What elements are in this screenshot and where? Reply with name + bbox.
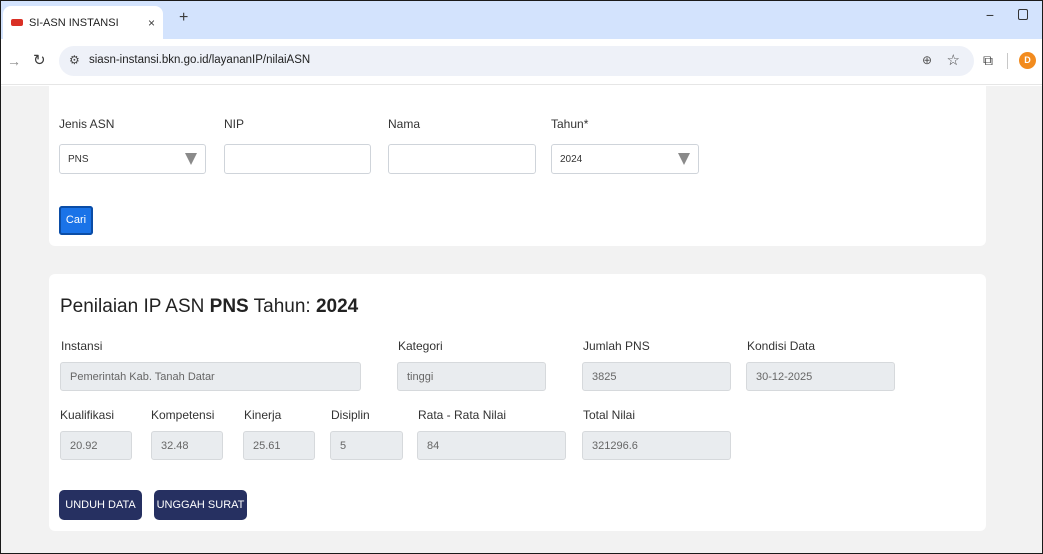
kategori-value: tinggi [407, 371, 434, 383]
kondisi-data-field: 30-12-2025 [746, 362, 895, 391]
kategori-label: Kategori [398, 339, 443, 353]
nip-input[interactable] [224, 144, 371, 174]
toolbar-divider [1007, 53, 1008, 69]
browser-window: SI-ASN INSTANSI × + − → ↻ ⚙ siasn-instan… [0, 0, 1043, 554]
heading-jenis: PNS [209, 296, 249, 317]
dropdown-arrow-icon [678, 153, 690, 165]
unggah-surat-button[interactable]: UNGGAH SURAT [154, 490, 247, 520]
tab-close-icon[interactable]: × [148, 16, 155, 30]
total-nilai-label: Total Nilai [583, 408, 636, 422]
site-info-icon[interactable]: ⚙ [69, 53, 80, 67]
rata-rata-field: 84 [417, 431, 566, 460]
jumlah-pns-value: 3825 [592, 371, 617, 383]
kondisi-data-label: Kondisi Data [747, 339, 816, 353]
heading-prefix: Penilaian IP ASN [60, 296, 210, 317]
kompetensi-value: 32.48 [161, 440, 189, 452]
heading-year: 2024 [315, 296, 359, 317]
nama-input[interactable] [388, 144, 536, 174]
kualifikasi-value: 20.92 [70, 440, 98, 452]
disiplin-field: 5 [330, 431, 403, 460]
reload-icon[interactable]: ↻ [33, 51, 46, 69]
address-bar[interactable]: ⚙ siasn-instansi.bkn.go.id/layananIP/nil… [59, 46, 974, 76]
kondisi-data-value: 30-12-2025 [756, 371, 813, 383]
kinerja-value: 25.61 [253, 440, 281, 452]
restore-icon[interactable] [1018, 9, 1028, 20]
jenis-asn-value: PNS [68, 154, 89, 165]
tahun-select[interactable]: 2024 [551, 144, 699, 174]
nip-label: NIP [224, 117, 245, 131]
kompetensi-label: Kompetensi [151, 408, 215, 422]
rata-rata-value: 84 [427, 440, 440, 452]
instansi-label: Instansi [61, 339, 103, 353]
jenis-asn-select[interactable]: PNS [59, 144, 206, 174]
favicon-icon [11, 19, 23, 26]
new-tab-button[interactable]: + [179, 9, 188, 27]
zoom-icon[interactable]: ⊕ [922, 53, 932, 67]
tab-si-asn[interactable]: SI-ASN INSTANSI × [3, 6, 163, 39]
instansi-field: Pemerintah Kab. Tanah Datar [60, 362, 361, 391]
kualifikasi-field: 20.92 [60, 431, 132, 460]
total-nilai-field: 321296.6 [582, 431, 731, 460]
minimize-icon[interactable]: − [986, 7, 994, 23]
tab-strip: SI-ASN INSTANSI × + − [1, 1, 1042, 39]
tab-title: SI-ASN INSTANSI [29, 16, 119, 29]
unduh-data-button[interactable]: UNDUH DATA [59, 490, 142, 520]
url-text[interactable]: siasn-instansi.bkn.go.id/layananIP/nilai… [89, 54, 310, 66]
page-title: Penilaian IP ASN PNS Tahun: 2024 [60, 296, 358, 318]
bookmark-star-icon[interactable]: ☆ [947, 51, 960, 69]
kinerja-field: 25.61 [243, 431, 315, 460]
filter-card: Jenis ASN PNS NIP Nama Tahun* 2024 Cari [49, 86, 986, 246]
jumlah-pns-label: Jumlah PNS [583, 339, 650, 353]
kualifikasi-label: Kualifikasi [60, 408, 115, 422]
instansi-value: Pemerintah Kab. Tanah Datar [70, 371, 215, 383]
search-button[interactable]: Cari [59, 206, 93, 235]
profile-avatar[interactable]: D [1019, 52, 1036, 69]
extensions-icon[interactable]: ⧉ [983, 52, 993, 69]
nama-label: Nama [388, 117, 421, 131]
kompetensi-field: 32.48 [151, 431, 223, 460]
total-nilai-value: 321296.6 [592, 440, 638, 452]
dropdown-arrow-icon [185, 153, 197, 165]
result-card: Penilaian IP ASN PNS Tahun: 2024 Instans… [49, 274, 986, 531]
disiplin-label: Disiplin [331, 408, 370, 422]
disiplin-value: 5 [340, 440, 347, 452]
tahun-value: 2024 [560, 154, 583, 165]
kinerja-label: Kinerja [244, 408, 282, 422]
jumlah-pns-field: 3825 [582, 362, 731, 391]
page-content: Jenis ASN PNS NIP Nama Tahun* 2024 Cari … [1, 86, 1042, 553]
heading-mid: Tahun: [248, 296, 316, 317]
jenis-asn-label: Jenis ASN [59, 117, 115, 131]
tahun-label: Tahun* [551, 117, 589, 131]
forward-icon[interactable]: → [7, 53, 21, 69]
rata-rata-label: Rata - Rata Nilai [418, 408, 507, 422]
kategori-field: tinggi [397, 362, 546, 391]
browser-toolbar: → ↻ ⚙ siasn-instansi.bkn.go.id/layananIP… [1, 39, 1042, 85]
